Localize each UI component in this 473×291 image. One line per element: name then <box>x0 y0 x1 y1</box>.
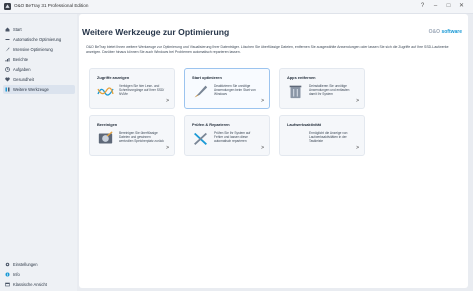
chevron-right-icon: > <box>356 145 359 151</box>
card-title: Laufwerksaktivität <box>287 122 321 127</box>
sidebar-item-auto-optimization[interactable]: Automatische Optimierung <box>3 35 75 44</box>
sidebar: Start Automatische Optimierung Intensive… <box>0 14 77 291</box>
drive-cleanup-icon <box>98 131 113 144</box>
card-text: Verfolgen Sie hier Lese- und Schreibvorg… <box>119 84 165 97</box>
info-icon <box>5 272 10 277</box>
sidebar-item-label: Weitere Werkzeuge <box>13 87 49 92</box>
page-title: Weitere Werkzeuge zur Optimierung <box>82 27 230 37</box>
chevron-right-icon: > <box>261 98 264 104</box>
card-drive-activity[interactable]: Laufwerksaktivität Ermöglicht die Anzeig… <box>279 115 365 156</box>
sidebar-item-reports[interactable]: Berichte <box>3 55 75 64</box>
card-text: Prüfen Sie Ihr System auf Fehler und las… <box>214 131 251 144</box>
card-remove-apps[interactable]: Apps entfernen Deinstallieren Sie unnöti… <box>279 68 365 109</box>
sidebar-item-label: Automatische Optimierung <box>13 37 62 42</box>
heart-icon <box>5 77 10 82</box>
brand-logo: O&O software <box>429 29 462 35</box>
maximize-button[interactable]: □ <box>444 1 453 12</box>
sidebar-item-info[interactable]: Info <box>3 270 75 279</box>
page-description: O&O BeTray bietet Ihnen weitere Werkzeug… <box>86 45 449 54</box>
sidebar-item-label: Gesundheit <box>13 77 34 82</box>
sidebar-item-health[interactable]: Gesundheit <box>3 75 75 84</box>
activity-chart-icon <box>97 87 114 96</box>
sidebar-item-tasks[interactable]: Aufgaben <box>3 65 75 74</box>
chevron-right-icon: > <box>356 98 359 104</box>
reports-icon <box>5 58 10 62</box>
sidebar-item-label: Klassische Ansicht <box>13 282 47 287</box>
sidebar-item-start[interactable]: Start <box>3 25 75 34</box>
card-text: Ermöglicht die Anzeige von Laufwerksakti… <box>309 131 348 144</box>
card-text: Deaktivieren Sie unnötige Anwendungen be… <box>214 84 256 97</box>
sidebar-item-more-tools[interactable]: Weitere Werkzeuge <box>3 85 75 94</box>
sidebar-item-label: Start <box>13 27 22 32</box>
sidebar-item-classic-view[interactable]: Klassische Ansicht <box>3 280 75 289</box>
sidebar-item-label: Intensive Optimierung <box>13 47 53 52</box>
card-text: Deinstallieren Sie unnötige Anwendungen … <box>309 84 350 97</box>
rocket-icon <box>5 47 10 52</box>
card-title: Bereinigen <box>97 122 118 127</box>
card-title: Start optimieren <box>192 75 222 80</box>
tools-icon <box>5 87 10 92</box>
help-button[interactable]: ? <box>418 1 427 12</box>
chevron-right-icon: > <box>261 145 264 151</box>
card-clean-up[interactable]: Bereinigen Bereinigen Sie überflüssige D… <box>89 115 175 156</box>
title-bar: O&O BeTray 31 Professional Edition ? – □… <box>0 0 473 14</box>
card-title: Apps entfernen <box>287 75 316 80</box>
gear-icon <box>5 262 10 267</box>
card-title: Zugriffe anzeigen <box>97 75 130 80</box>
rocket-icon <box>194 85 208 98</box>
sidebar-item-settings[interactable]: Einstellungen <box>3 260 75 269</box>
card-title: Prüfen & Reparieren <box>192 122 230 127</box>
card-text: Bereinigen Sie überflüssige Dateien und … <box>119 131 164 144</box>
brand-software: software <box>441 29 462 35</box>
sidebar-item-label: Berichte <box>13 57 29 62</box>
card-show-access[interactable]: Zugriffe anzeigen Verfolgen Sie hier Les… <box>89 68 175 109</box>
sidebar-item-label: Einstellungen <box>13 262 38 267</box>
classic-view-icon <box>5 282 10 287</box>
sidebar-item-label: Aufgaben <box>13 67 31 72</box>
chevron-right-icon: > <box>166 98 169 104</box>
home-icon <box>5 27 10 32</box>
auto-icon <box>5 39 10 40</box>
card-check-repair[interactable]: Prüfen & Reparieren Prüfen Sie Ihr Syste… <box>184 115 270 156</box>
minimize-button[interactable]: – <box>431 1 440 12</box>
close-button[interactable]: ✕ <box>457 1 466 12</box>
repair-tools-icon <box>194 132 207 146</box>
card-optimize-start[interactable]: Start optimieren Deaktivieren Sie unnöti… <box>184 68 270 109</box>
trash-bin-icon <box>289 85 302 99</box>
brand-oo: O&O <box>428 29 441 35</box>
chevron-right-icon: > <box>166 145 169 151</box>
window-title: O&O BeTray 31 Professional Edition <box>14 3 89 8</box>
sidebar-item-intensive-optimization[interactable]: Intensive Optimierung <box>3 45 75 54</box>
main-panel: Weitere Werkzeuge zur Optimierung O&O so… <box>79 14 468 288</box>
sidebar-item-label: Info <box>13 272 20 277</box>
tasks-icon <box>5 67 10 72</box>
app-logo-icon <box>4 3 11 10</box>
